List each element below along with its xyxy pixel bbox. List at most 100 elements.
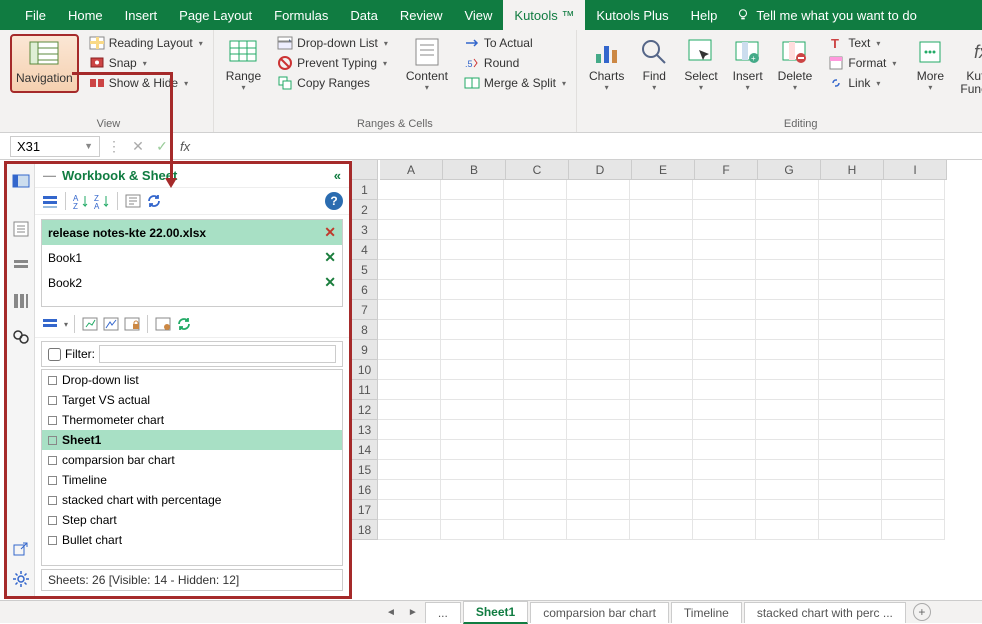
sheet-refresh-icon[interactable] <box>175 315 193 333</box>
cell[interactable] <box>441 340 504 360</box>
cell[interactable] <box>756 480 819 500</box>
cell[interactable] <box>567 360 630 380</box>
dropdown-list-button[interactable]: Drop-down List▾ <box>273 34 392 52</box>
cell[interactable] <box>567 460 630 480</box>
cell[interactable] <box>819 260 882 280</box>
cell[interactable] <box>441 520 504 540</box>
sheet-item[interactable]: Drop-down list <box>42 370 342 390</box>
cell[interactable] <box>756 340 819 360</box>
cell[interactable] <box>378 180 441 200</box>
cell[interactable] <box>756 440 819 460</box>
column-header[interactable]: D <box>569 160 632 179</box>
cell[interactable] <box>441 380 504 400</box>
cell[interactable] <box>819 360 882 380</box>
reading-layout-button[interactable]: Reading Layout▾ <box>85 34 207 52</box>
add-sheet-button[interactable]: + <box>913 603 931 621</box>
tab-view[interactable]: View <box>453 0 503 30</box>
sort-desc-icon[interactable]: ZA <box>93 192 111 210</box>
cell[interactable] <box>378 340 441 360</box>
more-button[interactable]: More▾ <box>908 34 952 94</box>
cell[interactable] <box>378 240 441 260</box>
cell[interactable] <box>756 400 819 420</box>
cancel-formula-button[interactable]: ✕ <box>126 138 150 155</box>
cell[interactable] <box>882 480 945 500</box>
cell[interactable] <box>504 500 567 520</box>
cell[interactable] <box>504 260 567 280</box>
cell[interactable] <box>819 220 882 240</box>
sort-asc-icon[interactable]: AZ <box>72 192 90 210</box>
delete-button[interactable]: Delete▾ <box>772 34 819 94</box>
sheet-item[interactable]: Target VS actual <box>42 390 342 410</box>
cell[interactable] <box>630 500 693 520</box>
close-workbook-icon[interactable]: ✕ <box>324 224 336 241</box>
cell[interactable] <box>630 220 693 240</box>
column-header[interactable]: F <box>695 160 758 179</box>
tab-review[interactable]: Review <box>389 0 454 30</box>
cell[interactable] <box>630 260 693 280</box>
cell[interactable] <box>630 180 693 200</box>
sheet-tool1-icon[interactable] <box>81 315 99 333</box>
cell[interactable] <box>756 180 819 200</box>
column-header[interactable]: A <box>380 160 443 179</box>
cell[interactable] <box>630 280 693 300</box>
cell[interactable] <box>567 180 630 200</box>
row-header[interactable]: 7 <box>352 300 378 320</box>
cell[interactable] <box>756 200 819 220</box>
sheet-tab[interactable]: ... <box>425 602 461 623</box>
cell[interactable] <box>819 500 882 520</box>
autotext-tab-icon[interactable] <box>12 220 30 238</box>
close-workbook-icon[interactable]: ✕ <box>324 249 336 266</box>
cell[interactable] <box>693 400 756 420</box>
sheet-nav-prev[interactable]: ► <box>402 607 424 618</box>
cell[interactable] <box>756 520 819 540</box>
round-button[interactable]: .5Round <box>460 54 570 72</box>
sheet-view-icon[interactable] <box>41 315 59 333</box>
cell[interactable] <box>504 420 567 440</box>
filter-checkbox[interactable] <box>48 348 61 361</box>
cell[interactable] <box>882 180 945 200</box>
column-header[interactable]: H <box>821 160 884 179</box>
cell[interactable] <box>567 340 630 360</box>
cell[interactable] <box>441 320 504 340</box>
cell[interactable] <box>756 300 819 320</box>
cell[interactable] <box>882 260 945 280</box>
cell[interactable] <box>693 480 756 500</box>
sheet-tab[interactable]: Timeline <box>671 602 742 623</box>
cell[interactable] <box>693 460 756 480</box>
cell[interactable] <box>567 520 630 540</box>
cell[interactable] <box>504 340 567 360</box>
column-list-tab-icon[interactable] <box>12 292 30 310</box>
cell[interactable] <box>882 460 945 480</box>
cell[interactable] <box>504 280 567 300</box>
worksheet-grid[interactable]: ABCDEFGHI 123456789101112131415161718 <box>352 160 982 600</box>
cell[interactable] <box>693 380 756 400</box>
cell[interactable] <box>756 380 819 400</box>
sheet-nav-first[interactable]: ◄ <box>380 607 402 618</box>
sheet-item[interactable]: stacked chart with percentage <box>42 490 342 510</box>
cell[interactable] <box>441 220 504 240</box>
cell[interactable] <box>693 300 756 320</box>
cell[interactable] <box>441 200 504 220</box>
row-header[interactable]: 1 <box>352 180 378 200</box>
cell[interactable] <box>630 360 693 380</box>
cell[interactable] <box>378 220 441 240</box>
cell[interactable] <box>504 200 567 220</box>
kutools-functions-button[interactable]: fxKutools Functions▾ <box>954 34 982 107</box>
workbook-sheet-tab-icon[interactable] <box>12 172 30 190</box>
cell[interactable] <box>882 320 945 340</box>
cell[interactable] <box>693 260 756 280</box>
cell[interactable] <box>630 400 693 420</box>
cell[interactable] <box>693 280 756 300</box>
tab-home[interactable]: Home <box>57 0 114 30</box>
help-icon[interactable]: ? <box>325 192 343 210</box>
column-header[interactable]: C <box>506 160 569 179</box>
cell[interactable] <box>882 440 945 460</box>
cell[interactable] <box>819 300 882 320</box>
row-header[interactable]: 13 <box>352 420 378 440</box>
row-header[interactable]: 5 <box>352 260 378 280</box>
cell[interactable] <box>693 200 756 220</box>
cell[interactable] <box>882 300 945 320</box>
cell[interactable] <box>819 400 882 420</box>
cell[interactable] <box>819 280 882 300</box>
tell-me-search[interactable]: Tell me what you want to do <box>736 0 916 30</box>
